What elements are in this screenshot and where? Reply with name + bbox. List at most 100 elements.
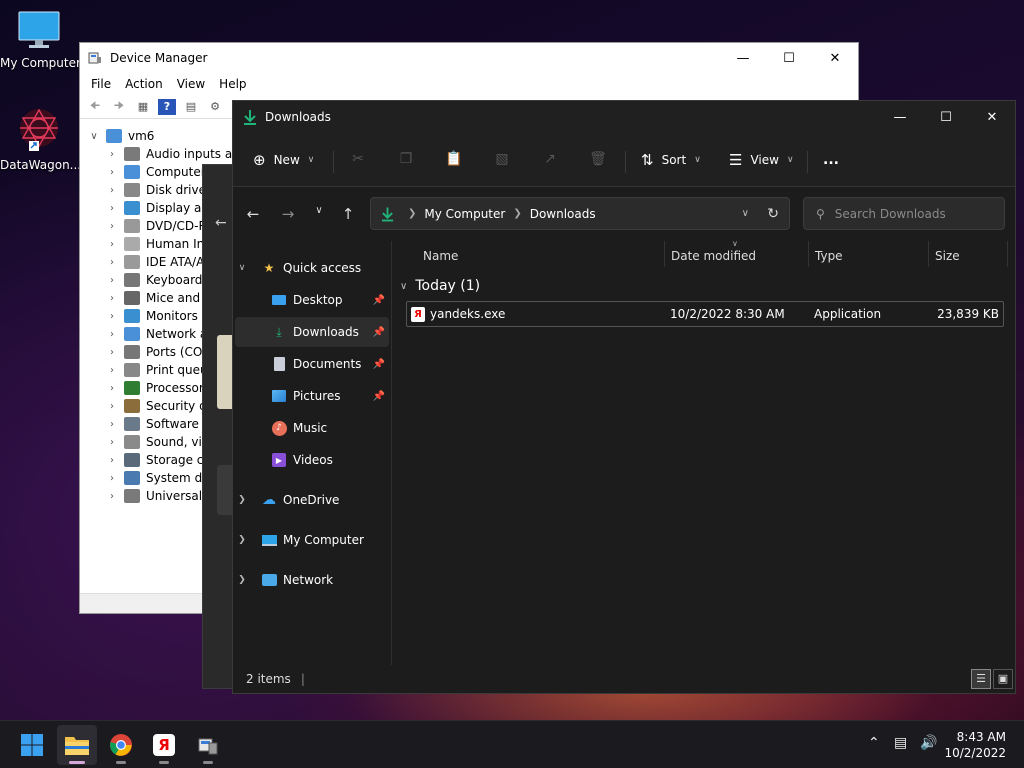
- chevron-down-icon[interactable]: ∨: [88, 131, 100, 142]
- column-divider[interactable]: [664, 241, 665, 267]
- recent-locations-chevron-icon[interactable]: ∨: [309, 205, 329, 225]
- group-header[interactable]: ∨ Today (1): [400, 275, 480, 297]
- chevron-right-icon[interactable]: ›: [106, 491, 118, 502]
- chevron-right-icon[interactable]: ›: [106, 185, 118, 196]
- back-arrow-icon[interactable]: 🠈: [86, 99, 104, 115]
- column-header-name[interactable]: Name: [423, 241, 458, 271]
- large-icons-view-icon[interactable]: ▣: [993, 669, 1013, 689]
- taskbar-chrome[interactable]: [101, 725, 141, 765]
- sidebar-item-documents[interactable]: Documents 📌: [235, 349, 389, 379]
- sidebar-item-downloads[interactable]: ⤓ Downloads 📌: [235, 317, 389, 347]
- pin-icon[interactable]: 📌: [373, 295, 385, 306]
- view-icon[interactable]: ▤: [182, 99, 200, 115]
- chevron-right-icon[interactable]: ›: [106, 347, 118, 358]
- forward-arrow-icon[interactable]: 🠊: [110, 99, 128, 115]
- tree-item-storage[interactable]: › Storage co: [106, 451, 211, 469]
- chevron-down-icon[interactable]: ∨: [742, 208, 749, 219]
- scan-icon[interactable]: ⚙: [206, 99, 224, 115]
- chevron-right-icon[interactable]: ›: [106, 311, 118, 322]
- tree-item-disk[interactable]: › Disk drives: [106, 181, 212, 199]
- properties-icon[interactable]: ▦: [134, 99, 152, 115]
- chevron-right-icon[interactable]: ❯: [235, 535, 249, 545]
- tree-item-computer[interactable]: › Computer: [106, 163, 206, 181]
- chevron-right-icon[interactable]: ›: [106, 221, 118, 232]
- network-icon[interactable]: ▤: [894, 735, 907, 751]
- tree-item-dvd[interactable]: › DVD/CD-RC: [106, 217, 215, 235]
- minimize-icon[interactable]: —: [877, 101, 923, 133]
- pin-icon[interactable]: 📌: [373, 327, 385, 338]
- tree-item-display[interactable]: › Display ada: [106, 199, 216, 217]
- tree-item-audio[interactable]: › Audio inputs and: [106, 145, 247, 163]
- chevron-right-icon[interactable]: ›: [106, 293, 118, 304]
- chevron-right-icon[interactable]: ›: [106, 167, 118, 178]
- search-input[interactable]: [834, 206, 985, 221]
- address-bar[interactable]: ❯ My Computer ❯ Downloads ∨ ↻: [370, 197, 790, 230]
- column-header-date[interactable]: Date modified: [671, 241, 756, 271]
- column-header-type[interactable]: Type: [815, 241, 843, 271]
- sidebar-item-videos[interactable]: ▶ Videos: [235, 445, 389, 475]
- column-divider[interactable]: [808, 241, 809, 267]
- menu-action[interactable]: Action: [118, 77, 170, 91]
- taskbar-yandex[interactable]: Я: [144, 725, 184, 765]
- up-arrow-icon[interactable]: ↑: [338, 205, 358, 225]
- chevron-right-icon[interactable]: ›: [106, 473, 118, 484]
- chevron-up-icon[interactable]: ⌃: [868, 735, 880, 751]
- more-options-icon[interactable]: ...: [823, 147, 839, 173]
- chevron-right-icon[interactable]: ›: [106, 419, 118, 430]
- tree-item-security[interactable]: › Security de: [106, 397, 214, 415]
- desktop-icon-my-computer[interactable]: My Computer: [0, 10, 81, 70]
- column-divider[interactable]: [1007, 241, 1008, 267]
- close-icon[interactable]: ✕: [969, 101, 1015, 133]
- maximize-icon[interactable]: ☐: [766, 43, 812, 73]
- chevron-right-icon[interactable]: ❯: [235, 495, 249, 505]
- file-row[interactable]: Я yandeks.exe 10/2/2022 8:30 AM Applicat…: [406, 301, 1004, 327]
- paste-icon[interactable]: 📋: [444, 151, 464, 169]
- pin-icon[interactable]: 📌: [373, 391, 385, 402]
- sidebar-item-my-computer[interactable]: ❯ My Computer: [235, 525, 389, 555]
- forward-arrow-icon[interactable]: →: [278, 205, 298, 225]
- chevron-right-icon[interactable]: ❯: [408, 208, 416, 219]
- taskbar-device-manager[interactable]: [188, 725, 228, 765]
- tree-item-monitor[interactable]: › Monitors: [106, 307, 198, 325]
- chevron-right-icon[interactable]: ›: [106, 455, 118, 466]
- details-view-icon[interactable]: ☰: [971, 669, 991, 689]
- start-button[interactable]: [12, 725, 52, 765]
- tree-root[interactable]: ∨ vm6: [88, 127, 154, 145]
- desktop-icon-datawagon[interactable]: DataWagon...: [0, 106, 81, 172]
- tree-item-ide[interactable]: › IDE ATA/AT: [106, 253, 211, 271]
- tree-item-ports[interactable]: › Ports (COM: [106, 343, 213, 361]
- minimize-icon[interactable]: —: [720, 43, 766, 73]
- search-box[interactable]: ⚲: [803, 197, 1005, 230]
- close-icon[interactable]: ✕: [812, 43, 858, 73]
- column-divider[interactable]: [928, 241, 929, 267]
- sidebar-item-music[interactable]: ♪ Music: [235, 413, 389, 443]
- breadcrumb-downloads[interactable]: Downloads: [530, 207, 596, 221]
- help-icon[interactable]: ?: [158, 98, 176, 115]
- tree-item-processor[interactable]: › Processors: [106, 379, 210, 397]
- tree-item-print[interactable]: › Print queue: [106, 361, 215, 379]
- rename-icon[interactable]: ▧: [492, 151, 512, 169]
- tree-item-system[interactable]: › System dev: [106, 469, 217, 487]
- system-clock[interactable]: 8:43 AM 10/2/2022: [944, 729, 1006, 761]
- copy-icon[interactable]: ❐: [396, 151, 416, 169]
- taskbar-file-explorer[interactable]: [57, 725, 97, 765]
- chevron-right-icon[interactable]: ›: [106, 257, 118, 268]
- cut-icon[interactable]: ✂: [348, 151, 368, 169]
- volume-icon[interactable]: 🔊: [920, 735, 937, 751]
- back-arrow-icon[interactable]: ←: [243, 205, 263, 225]
- sidebar-item-desktop[interactable]: Desktop 📌: [235, 285, 389, 315]
- tree-item-sound[interactable]: › Sound, vide: [106, 433, 217, 451]
- new-button[interactable]: ⊕ New ∨: [253, 147, 314, 173]
- chevron-right-icon[interactable]: ›: [106, 383, 118, 394]
- tree-item-mouse[interactable]: › Mice and o: [106, 289, 211, 307]
- chevron-right-icon[interactable]: ›: [106, 329, 118, 340]
- breadcrumb-my-computer[interactable]: My Computer: [424, 207, 505, 221]
- column-header-size[interactable]: Size: [935, 241, 960, 271]
- pin-icon[interactable]: 📌: [373, 359, 385, 370]
- view-button[interactable]: ☰ View ∨: [729, 147, 794, 173]
- sidebar-item-pictures[interactable]: Pictures 📌: [235, 381, 389, 411]
- sidebar-item-onedrive[interactable]: ❯ ☁ OneDrive: [235, 485, 389, 515]
- tree-item-network[interactable]: › Network ac: [106, 325, 214, 343]
- refresh-icon[interactable]: ↻: [767, 206, 779, 222]
- chevron-right-icon[interactable]: ›: [106, 203, 118, 214]
